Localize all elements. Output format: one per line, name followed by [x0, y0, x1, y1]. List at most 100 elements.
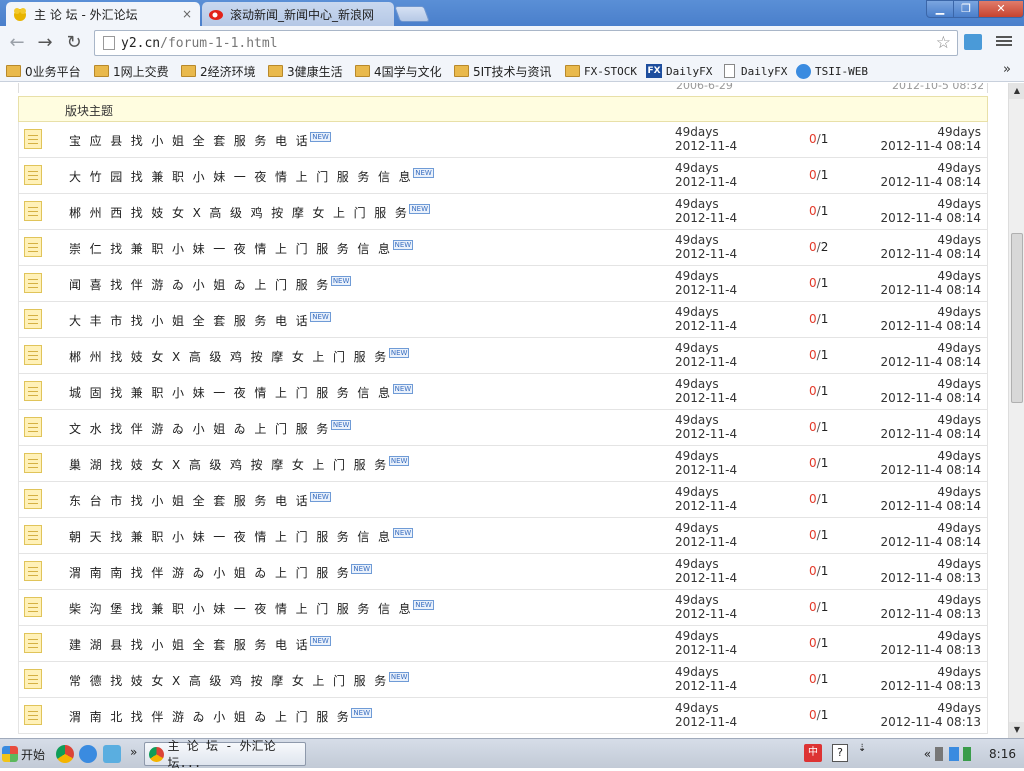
close-window-button[interactable]: ✕ [978, 0, 1024, 18]
thread-title-link[interactable]: 城固找兼职小妹一夜情上门服务信息NEW [69, 384, 414, 401]
tray-icons[interactable] [935, 747, 976, 761]
thread-author[interactable]: 49days [675, 665, 719, 679]
bookmarks-overflow-button[interactable]: » [1003, 62, 1011, 77]
minimize-button[interactable]: ▁ [926, 0, 954, 18]
bookmark-link[interactable]: DailyFX [724, 62, 787, 80]
last-post-user[interactable]: 49days [937, 305, 981, 319]
thread-title-link[interactable]: 建湖县找小姐全套服务电话NEW [69, 636, 331, 653]
table-row[interactable]: 渭南北找伴游ゐ小姐ゐ上门服务NEW 49days 2012-11-4 0/1 49day… [18, 698, 988, 734]
thread-title-link[interactable]: 渭南北找伴游ゐ小姐ゐ上门服务NEW [69, 708, 372, 725]
back-button[interactable]: ← [6, 32, 28, 54]
table-row[interactable]: 崇仁找兼职小妹一夜情上门服务信息NEW 49days 2012-11-4 0/2 49d… [18, 230, 988, 266]
thread-title-link[interactable]: 文水找伴游ゐ小姐ゐ上门服务NEW [69, 420, 352, 437]
last-post-user[interactable]: 49days [937, 485, 981, 499]
thread-author[interactable]: 49days [675, 305, 719, 319]
table-row[interactable]: 柴沟堡找兼职小妹一夜情上门服务信息NEW 49days 2012-11-4 0/1 49… [18, 590, 988, 626]
thread-title-link[interactable]: 郴州西找妓女X高级鸡按摩女上门服务NEW [69, 204, 431, 221]
bookmark-folder[interactable]: 1网上交费 [94, 62, 169, 80]
clock[interactable]: 8:16 [989, 747, 1016, 761]
last-post-user[interactable]: 49days [937, 413, 981, 427]
bookmark-folder[interactable]: FX-STOCK [565, 62, 637, 80]
reload-button[interactable]: ↻ [63, 32, 85, 54]
forward-button[interactable]: → [34, 32, 56, 54]
thread-title-link[interactable]: 大竹园找兼职小妹一夜情上门服务信息NEW [69, 168, 434, 185]
thread-author[interactable]: 49days [675, 233, 719, 247]
last-post-user[interactable]: 49days [937, 233, 981, 247]
thread-title-link[interactable]: 常德找妓女X高级鸡按摩女上门服务NEW [69, 672, 410, 689]
thread-author[interactable]: 49days [675, 593, 719, 607]
thread-author[interactable]: 49days [675, 377, 719, 391]
ie-quicklaunch-icon[interactable] [79, 745, 97, 763]
thread-author[interactable]: 49days [675, 197, 719, 211]
bookmark-folder[interactable]: 4国学与文化 [355, 62, 442, 80]
quicklaunch-overflow-button[interactable]: » [130, 745, 137, 759]
last-post-user[interactable]: 49days [937, 341, 981, 355]
help-icon[interactable]: ? [832, 744, 848, 762]
last-post-user[interactable]: 49days [937, 557, 981, 571]
bookmark-link[interactable]: TSII-WEB [796, 62, 868, 80]
thread-title-link[interactable]: 渭南南找伴游ゐ小姐ゐ上门服务NEW [69, 564, 372, 581]
last-post-user[interactable]: 49days [937, 197, 981, 211]
table-row[interactable]: 东台市找小姐全套服务电话NEW 49days 2012-11-4 0/1 49days 2… [18, 482, 988, 518]
last-post-user[interactable]: 49days [937, 701, 981, 715]
thread-title-link[interactable]: 崇仁找兼职小妹一夜情上门服务信息NEW [69, 240, 414, 257]
thread-title-link[interactable]: 东台市找小姐全套服务电话NEW [69, 492, 331, 509]
chrome-menu-icon[interactable] [996, 34, 1012, 50]
thread-author[interactable]: 49days [675, 701, 719, 715]
thread-author[interactable]: 49days [675, 125, 719, 139]
table-row[interactable]: 建湖县找小姐全套服务电话NEW 49days 2012-11-4 0/1 49days 2… [18, 626, 988, 662]
thread-title-link[interactable]: 柴沟堡找兼职小妹一夜情上门服务信息NEW [69, 600, 434, 617]
thread-title-link[interactable]: 闻喜找伴游ゐ小姐ゐ上门服务NEW [69, 276, 352, 293]
thread-title-link[interactable]: 朝天找兼职小妹一夜情上门服务信息NEW [69, 528, 414, 545]
last-post-user[interactable]: 49days [937, 665, 981, 679]
thread-author[interactable]: 49days [675, 521, 719, 535]
thread-author[interactable]: 49days [675, 161, 719, 175]
thread-title-link[interactable]: 宝应县找小姐全套服务电话NEW [69, 132, 331, 149]
maximize-button[interactable]: ❐ [953, 0, 979, 18]
thread-author[interactable]: 49days [675, 269, 719, 283]
table-row[interactable]: 文水找伴游ゐ小姐ゐ上门服务NEW 49days 2012-11-4 0/1 49days… [18, 410, 988, 446]
tab-sina-news[interactable]: 滚动新闻_新闻中心_新浪网 [202, 2, 394, 26]
scroll-thumb[interactable] [1011, 233, 1023, 403]
last-post-user[interactable]: 49days [937, 161, 981, 175]
table-row[interactable]: 渭南南找伴游ゐ小姐ゐ上门服务NEW 49days 2012-11-4 0/1 49day… [18, 554, 988, 590]
address-bar[interactable]: y2.cn/forum-1-1.html ☆ [94, 30, 958, 56]
tab-close-icon[interactable]: × [180, 7, 194, 21]
bookmark-folder[interactable]: 5IT技术与资讯 [454, 62, 552, 80]
last-post-user[interactable]: 49days [937, 125, 981, 139]
table-row[interactable]: 大丰市找小姐全套服务电话NEW 49days 2012-11-4 0/1 49days 2… [18, 302, 988, 338]
table-row[interactable]: 巢湖找妓女X高级鸡按摩女上门服务NEW 49days 2012-11-4 0/1 49d… [18, 446, 988, 482]
thread-author[interactable]: 49days [675, 449, 719, 463]
thread-author[interactable]: 49days [675, 629, 719, 643]
ime-icon[interactable]: 中 [804, 744, 822, 762]
vertical-scrollbar[interactable]: ▲ ▼ [1008, 83, 1024, 738]
tray-collapse-button[interactable]: « [924, 747, 931, 761]
table-row[interactable]: 宝应县找小姐全套服务电话NEW 49days 2012-11-4 0/1 49days 2… [18, 122, 988, 158]
last-post-user[interactable]: 49days [937, 449, 981, 463]
thread-author[interactable]: 49days [675, 485, 719, 499]
thread-author[interactable]: 49days [675, 413, 719, 427]
table-row[interactable]: 郴州找妓女X高级鸡按摩女上门服务NEW 49days 2012-11-4 0/1 49d… [18, 338, 988, 374]
last-post-user[interactable]: 49days [937, 521, 981, 535]
scroll-up-button[interactable]: ▲ [1009, 83, 1024, 99]
last-post-user[interactable]: 49days [937, 593, 981, 607]
new-tab-button[interactable] [394, 6, 430, 22]
table-row[interactable]: 朝天找兼职小妹一夜情上门服务信息NEW 49days 2012-11-4 0/1 49d… [18, 518, 988, 554]
bookmark-folder[interactable]: 0业务平台 [6, 62, 81, 80]
table-row[interactable]: 城固找兼职小妹一夜情上门服务信息NEW 49days 2012-11-4 0/1 49d… [18, 374, 988, 410]
scroll-down-button[interactable]: ▼ [1009, 722, 1024, 738]
table-row[interactable]: 常德找妓女X高级鸡按摩女上门服务NEW 49days 2012-11-4 0/1 49d… [18, 662, 988, 698]
start-button[interactable]: 开始 [2, 742, 50, 766]
thread-author[interactable]: 49days [675, 341, 719, 355]
bookmark-folder[interactable]: 2经济环境 [181, 62, 256, 80]
thread-title-link[interactable]: 巢湖找妓女X高级鸡按摩女上门服务NEW [69, 456, 410, 473]
thread-title-link[interactable]: 大丰市找小姐全套服务电话NEW [69, 312, 331, 329]
table-row[interactable]: 大竹园找兼职小妹一夜情上门服务信息NEW 49days 2012-11-4 0/1 49… [18, 158, 988, 194]
bookmark-folder[interactable]: 3健康生活 [268, 62, 343, 80]
tab-forum[interactable]: 主 论 坛 - 外汇论坛 × [6, 2, 200, 26]
bookmark-star-icon[interactable]: ☆ [936, 33, 951, 53]
last-post-user[interactable]: 49days [937, 377, 981, 391]
last-post-user[interactable]: 49days [937, 269, 981, 283]
taskbar-chrome-window[interactable]: 主 论 坛 - 外汇论坛... [144, 739, 306, 770]
thread-title-link[interactable]: 郴州找妓女X高级鸡按摩女上门服务NEW [69, 348, 410, 365]
